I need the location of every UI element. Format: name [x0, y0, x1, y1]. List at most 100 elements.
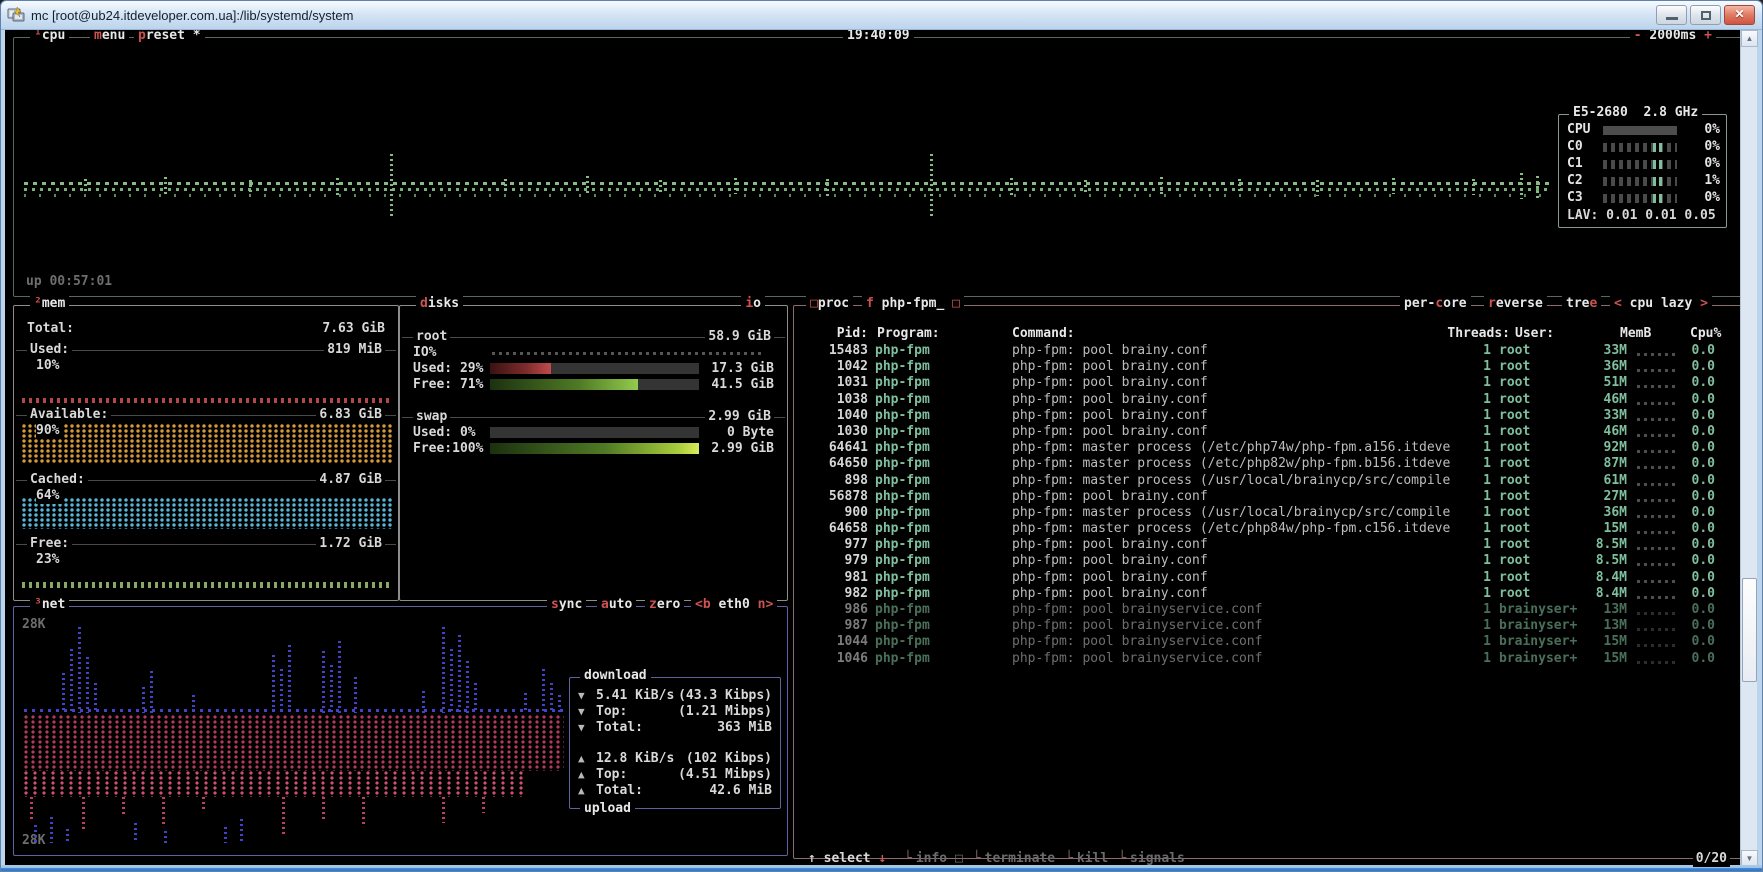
terminal: ¹cpu menu preset * 19:40:09 - 2000ms + u… [5, 30, 1742, 867]
header-command[interactable]: Command: [1012, 326, 1075, 342]
process-row[interactable]: 986 php-fpm php-fpm: pool brainyservice.… [794, 602, 1742, 618]
process-row[interactable]: 1040 php-fpm php-fpm: pool brainy.conf 1… [794, 408, 1742, 424]
sort-prev-icon[interactable]: < [1614, 296, 1622, 311]
tab-proc[interactable]: □proc [806, 296, 853, 312]
graph-mark [586, 176, 589, 196]
disk-root-size: 58.9 GiB [705, 329, 774, 345]
proc-footer-button[interactable]: └terminate [973, 851, 1055, 866]
process-threads: 1 [1444, 424, 1491, 440]
header-user[interactable]: User: [1515, 326, 1554, 342]
select-button[interactable]: select [824, 851, 871, 866]
process-threads: 1 [1444, 570, 1491, 586]
process-row[interactable]: 1046 php-fpm php-fpm: pool brainyservice… [794, 651, 1742, 667]
proc-filter[interactable]: f php-fpm_ □ [862, 296, 964, 312]
graph-mark [164, 831, 167, 843]
interval-plus-button[interactable]: + [1704, 30, 1712, 43]
proc-sort-selector[interactable]: < cpu lazy > [1610, 296, 1712, 312]
process-command: php-fpm: pool brainy.conf [1012, 392, 1208, 408]
mem-used-value: 819 MiB [324, 342, 385, 358]
process-row[interactable]: 987 php-fpm php-fpm: pool brainyservice.… [794, 618, 1742, 634]
tab-net[interactable]: ³net [30, 597, 69, 613]
process-program: php-fpm [875, 602, 930, 618]
process-user: root [1499, 505, 1530, 521]
preset-button[interactable]: preset * [134, 30, 205, 44]
process-row[interactable]: 977 php-fpm php-fpm: pool brainy.conf 1 … [794, 537, 1742, 553]
select-up-icon[interactable]: ↑ [808, 851, 816, 866]
process-row[interactable]: 64650 php-fpm php-fpm: master process (/… [794, 456, 1742, 472]
process-row[interactable]: 1038 php-fpm php-fpm: pool brainy.conf 1… [794, 392, 1742, 408]
graph-mark [150, 671, 153, 713]
clock: 19:40:09 [843, 30, 914, 44]
scrollbar-thumb[interactable] [1742, 578, 1757, 682]
select-down-icon[interactable]: ↓ [878, 851, 886, 866]
process-user: root [1499, 440, 1530, 456]
titlebar[interactable]: mc [root@ub24.itdeveloper.com.ua]:/lib/s… [1, 1, 1762, 30]
header-program[interactable]: Program: [877, 326, 940, 342]
tab-mem[interactable]: ²mem [30, 296, 69, 312]
tab-cpu[interactable]: ¹cpu [30, 30, 69, 44]
graph-mark [458, 635, 461, 713]
process-row[interactable]: 15483 php-fpm php-fpm: pool brainy.conf … [794, 343, 1742, 359]
cpu-core-meter: C1 0% [1559, 156, 1726, 173]
process-user: brainyser+ [1499, 618, 1577, 634]
process-threads: 1 [1444, 456, 1491, 472]
process-row[interactable]: 64641 php-fpm php-fpm: master process (/… [794, 440, 1742, 456]
process-command: php-fpm: pool brainyservice.conf [1012, 651, 1262, 667]
graph-mark [66, 829, 69, 843]
process-row[interactable]: 981 php-fpm php-fpm: pool brainy.conf 1 … [794, 570, 1742, 586]
process-row[interactable]: 64658 php-fpm php-fpm: master process (/… [794, 521, 1742, 537]
close-icon: ✕ [1725, 7, 1754, 21]
proc-footer-button[interactable]: └info □ [904, 851, 963, 866]
up-arrow-icon: ▲ [578, 783, 585, 799]
process-mem: 13M [1579, 618, 1627, 634]
scrollbar[interactable]: ▲ ▼ [1740, 30, 1757, 867]
process-row[interactable]: 1031 php-fpm php-fpm: pool brainy.conf 1… [794, 375, 1742, 391]
process-threads: 1 [1444, 489, 1491, 505]
process-threads: 1 [1444, 408, 1491, 424]
process-threads: 1 [1444, 602, 1491, 618]
process-row[interactable]: 898 php-fpm php-fpm: master process (/us… [794, 473, 1742, 489]
net-interface-switch[interactable]: <b eth0 n> [691, 597, 777, 613]
process-pid: 1040 [804, 408, 868, 424]
header-pid[interactable]: Pid: [804, 326, 868, 342]
header-mem[interactable]: MemB [1620, 326, 1651, 342]
process-pid: 986 [804, 602, 868, 618]
process-row[interactable]: 979 php-fpm php-fpm: pool brainy.conf 1 … [794, 553, 1742, 569]
process-row[interactable]: 1044 php-fpm php-fpm: pool brainyservice… [794, 634, 1742, 650]
process-row[interactable]: 1042 php-fpm php-fpm: pool brainy.conf 1… [794, 359, 1742, 375]
proc-footer-button[interactable]: └kill [1065, 851, 1108, 866]
sort-next-icon[interactable]: > [1700, 296, 1708, 311]
proc-option-reverse[interactable]: reverse [1484, 296, 1547, 312]
proc-footer-button[interactable]: └signals [1118, 851, 1185, 866]
process-row[interactable]: 56878 php-fpm php-fpm: pool brainy.conf … [794, 489, 1742, 505]
up-arrow-icon: ▲ [578, 767, 585, 783]
mem-total-label: Total: [27, 321, 74, 337]
process-row[interactable]: 1030 php-fpm php-fpm: pool brainy.conf 1… [794, 424, 1742, 440]
minimize-button[interactable] [1656, 5, 1687, 25]
process-row[interactable]: 982 php-fpm php-fpm: pool brainy.conf 1 … [794, 586, 1742, 602]
process-cpu: 0.0 [1667, 537, 1715, 553]
net-zero-button[interactable]: zero [645, 597, 684, 613]
proc-table: 15483 php-fpm php-fpm: pool brainy.conf … [794, 343, 1742, 667]
graph-mark [450, 649, 453, 713]
interval-minus-button[interactable]: - [1634, 30, 1642, 43]
down-arrow-icon: ▼ [578, 704, 585, 720]
process-cpu: 0.0 [1667, 456, 1715, 472]
graph-mark [442, 627, 445, 713]
proc-option-per-core[interactable]: per-core [1400, 296, 1471, 312]
net-sync-button[interactable]: sync [547, 597, 586, 613]
cpu-usage-graph [24, 158, 1552, 226]
menu-button[interactable]: menu [90, 30, 129, 44]
header-cpu[interactable]: Cpu% [1690, 326, 1721, 342]
net-auto-button[interactable]: auto [597, 597, 636, 613]
scroll-up-button[interactable]: ▲ [1741, 30, 1758, 47]
graph-mark [504, 179, 507, 194]
process-row[interactable]: 900 php-fpm php-fpm: master process (/us… [794, 505, 1742, 521]
graph-mark [659, 180, 662, 195]
maximize-button[interactable] [1690, 5, 1721, 25]
proc-option-tree[interactable]: tree [1562, 296, 1601, 312]
close-button[interactable]: ✕ [1724, 5, 1755, 25]
header-threads[interactable]: Threads: [1434, 326, 1510, 342]
io-mode-button[interactable]: io [741, 296, 765, 312]
cpu-model: E5-2680 2.8 GHz [1569, 105, 1702, 121]
